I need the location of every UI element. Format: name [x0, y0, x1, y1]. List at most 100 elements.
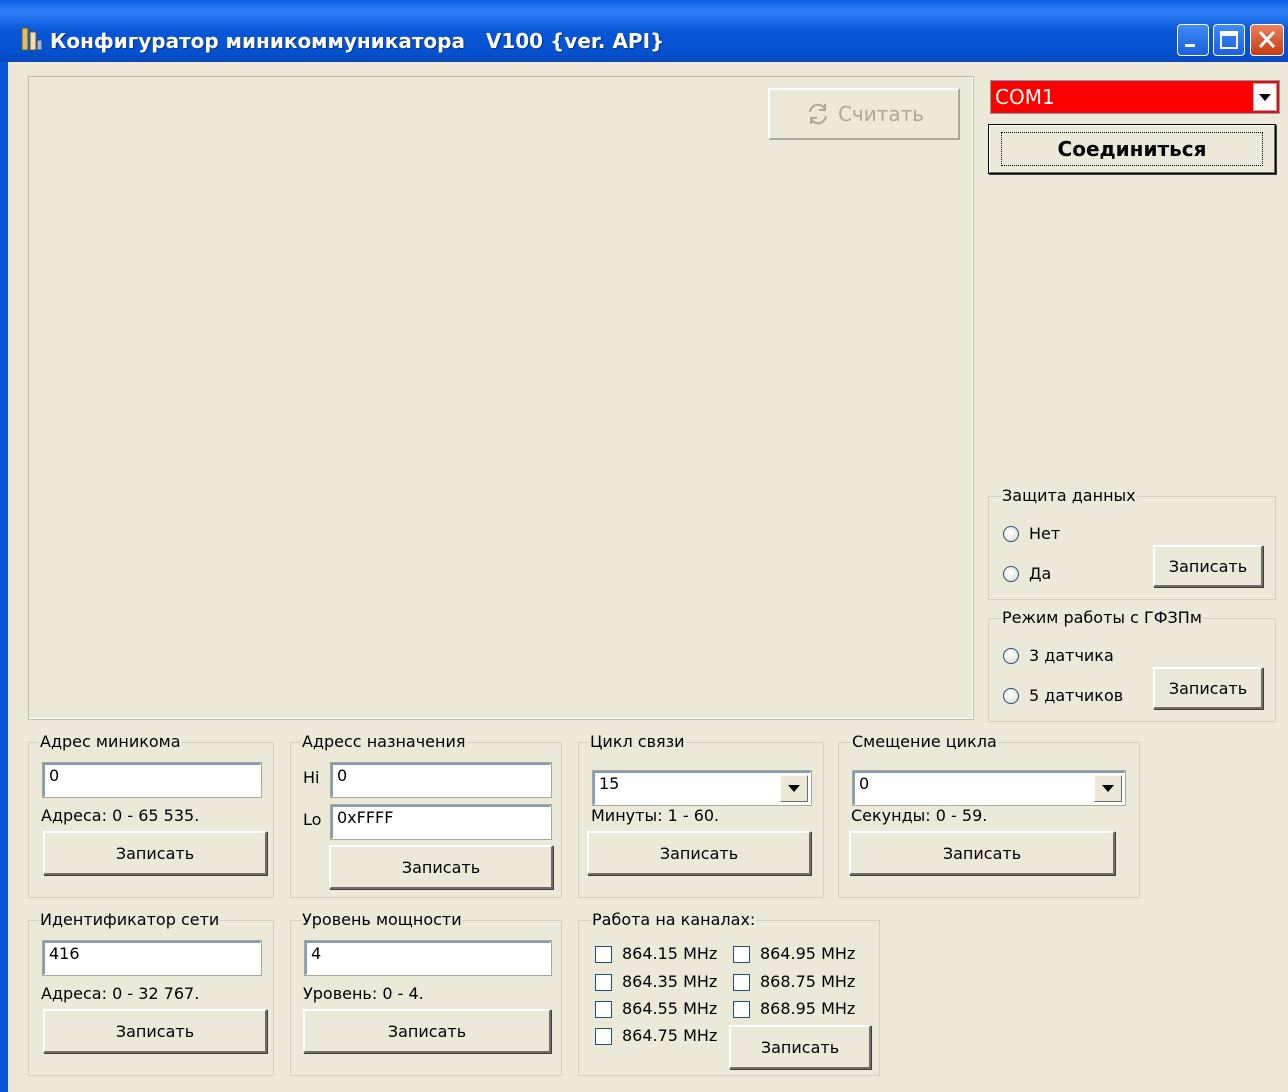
channels-write-label: Записать — [760, 1037, 840, 1057]
title-bar[interactable]: Конфигуратор миникоммуникатора V100 {ver… — [0, 0, 1288, 62]
maximize-button[interactable] — [1213, 24, 1245, 56]
data-protection-group: Защита данных Нет Да Записать — [988, 485, 1276, 600]
client-area: Считать COM1 Соединиться Защита данных Н… — [8, 62, 1288, 1092]
gfzpm-mode-title: Режим работы с ГФЗПм — [1001, 607, 1203, 629]
power-level-hint: Уровень: 0 - 4. — [303, 984, 424, 1003]
channel-checkbox-6[interactable]: 868.75 MHz — [733, 971, 855, 993]
minikom-address-group: Адрес миникома 0 Адреса: 0 - 65 535. Зап… — [28, 731, 274, 898]
chevron-down-icon — [788, 785, 800, 792]
minimize-icon — [1185, 44, 1195, 47]
checkbox[interactable] — [733, 945, 750, 963]
radio-3-sensors[interactable] — [1003, 648, 1019, 664]
cycle-offset-hint: Секунды: 0 - 59. — [851, 806, 988, 825]
radio-yes-label: Да — [1029, 564, 1052, 583]
protection-option-no[interactable]: Нет — [1003, 523, 1060, 545]
cycle-offset-dropdown-button[interactable] — [1094, 775, 1122, 802]
com-port-dropdown-button[interactable] — [1253, 83, 1277, 111]
radio-yes[interactable] — [1003, 566, 1019, 582]
power-level-write-label: Записать — [387, 1021, 467, 1041]
dest-address-group: Адресс назначения Hi 0 Lo 0xFFFF Записат… — [290, 731, 562, 898]
power-level-input[interactable]: 4 — [304, 940, 552, 976]
network-id-group: Идентификатор сети 416 Адреса: 0 - 32 76… — [28, 909, 274, 1076]
channel-checkbox-4[interactable]: 864.75 MHz — [595, 1025, 717, 1047]
channel-checkbox-5[interactable]: 864.95 MHz — [733, 943, 855, 965]
protection-option-yes[interactable]: Да — [1003, 563, 1051, 585]
comm-cycle-hint: Минуты: 1 - 60. — [591, 806, 720, 825]
comm-cycle-write-button[interactable]: Записать — [587, 831, 811, 875]
gfzpm-mode-group: Режим работы с ГФЗПм 3 датчика 5 датчико… — [988, 607, 1276, 722]
radio-3-sensors-label: 3 датчика — [1029, 646, 1114, 665]
power-level-title: Уровень мощности — [301, 909, 463, 931]
refresh-icon — [808, 103, 827, 125]
network-id-write-button[interactable]: Записать — [43, 1009, 267, 1053]
checkbox[interactable] — [595, 945, 612, 963]
gfzpm-write-button[interactable]: Записать — [1153, 667, 1263, 709]
read-button-label: Считать — [837, 102, 925, 126]
chevron-down-icon — [1102, 785, 1114, 792]
checkbox[interactable] — [595, 973, 612, 991]
app-window: Конфигуратор миникоммуникатора V100 {ver… — [0, 0, 1288, 1092]
radio-no-label: Нет — [1029, 524, 1061, 543]
comm-cycle-write-label: Записать — [659, 843, 739, 863]
minikom-address-hint: Адреса: 0 - 65 535. — [41, 806, 200, 825]
radio-5-sensors-label: 5 датчиков — [1029, 686, 1124, 705]
channel-label: 864.55 MHz — [622, 999, 718, 1018]
minimize-button[interactable] — [1177, 24, 1209, 56]
channel-label: 864.35 MHz — [622, 972, 718, 991]
app-icon — [21, 27, 43, 51]
channels-group: Работа на каналах: 864.15 MHz 864.35 MHz… — [578, 909, 880, 1076]
dest-lo-input[interactable]: 0xFFFF — [330, 804, 552, 840]
close-icon — [1258, 30, 1276, 49]
minikom-address-write-button[interactable]: Записать — [43, 831, 267, 875]
checkbox[interactable] — [733, 1000, 750, 1018]
read-button[interactable]: Считать — [768, 88, 960, 140]
protection-write-button[interactable]: Записать — [1153, 545, 1263, 587]
power-level-write-button[interactable]: Записать — [303, 1009, 551, 1053]
network-id-title: Идентификатор сети — [39, 909, 221, 931]
lo-label: Lo — [303, 810, 322, 829]
connect-button[interactable]: Соединиться — [988, 124, 1276, 174]
comm-cycle-group: Цикл связи 15 Минуты: 1 - 60. Записать — [578, 731, 824, 898]
chevron-down-icon — [1259, 93, 1271, 101]
radio-5-sensors[interactable] — [1003, 688, 1019, 704]
channels-title: Работа на каналах: — [591, 909, 757, 931]
checkbox[interactable] — [733, 973, 750, 991]
comm-cycle-value: 15 — [599, 774, 620, 793]
dest-address-write-label: Записать — [401, 857, 481, 877]
com-port-select[interactable]: COM1 — [990, 80, 1280, 114]
connect-button-label: Соединиться — [1000, 132, 1264, 166]
channel-checkbox-2[interactable]: 864.35 MHz — [595, 971, 717, 993]
channel-checkbox-1[interactable]: 864.15 MHz — [595, 943, 717, 965]
minikom-address-input[interactable]: 0 — [42, 762, 262, 798]
channel-label: 864.75 MHz — [622, 1026, 718, 1045]
channel-checkbox-3[interactable]: 864.55 MHz — [595, 998, 717, 1020]
comm-cycle-title: Цикл связи — [589, 731, 686, 753]
power-level-group: Уровень мощности 4 Уровень: 0 - 4. Запис… — [290, 909, 562, 1076]
comm-cycle-select[interactable]: 15 — [592, 770, 812, 806]
cycle-offset-group: Смещение цикла 0 Секунды: 0 - 59. Записа… — [838, 731, 1140, 898]
main-display-panel — [28, 76, 974, 720]
comm-cycle-dropdown-button[interactable] — [780, 775, 808, 802]
cycle-offset-select[interactable]: 0 — [852, 770, 1126, 806]
dest-hi-input[interactable]: 0 — [330, 762, 552, 798]
gfzpm-option-3[interactable]: 3 датчика — [1003, 645, 1114, 667]
checkbox[interactable] — [595, 1000, 612, 1018]
cycle-offset-write-button[interactable]: Записать — [849, 831, 1115, 875]
maximize-icon — [1220, 31, 1238, 49]
close-button[interactable] — [1250, 24, 1284, 56]
dest-address-write-button[interactable]: Записать — [329, 845, 553, 889]
channel-checkbox-7[interactable]: 868.95 MHz — [733, 998, 855, 1020]
radio-no[interactable] — [1003, 526, 1019, 542]
cycle-offset-title: Смещение цикла — [851, 731, 998, 753]
com-port-value: COM1 — [995, 85, 1055, 109]
channel-label: 864.15 MHz — [622, 944, 718, 963]
dest-address-title: Адресс назначения — [301, 731, 467, 753]
gfzpm-write-label: Записать — [1168, 678, 1248, 698]
minikom-address-write-label: Записать — [115, 843, 195, 863]
channels-write-button[interactable]: Записать — [729, 1025, 871, 1069]
network-id-hint: Адреса: 0 - 32 767. — [41, 984, 200, 1003]
gfzpm-option-5[interactable]: 5 датчиков — [1003, 685, 1123, 707]
network-id-input[interactable]: 416 — [42, 940, 262, 976]
minikom-address-title: Адрес миникома — [39, 731, 182, 753]
checkbox[interactable] — [595, 1027, 612, 1045]
